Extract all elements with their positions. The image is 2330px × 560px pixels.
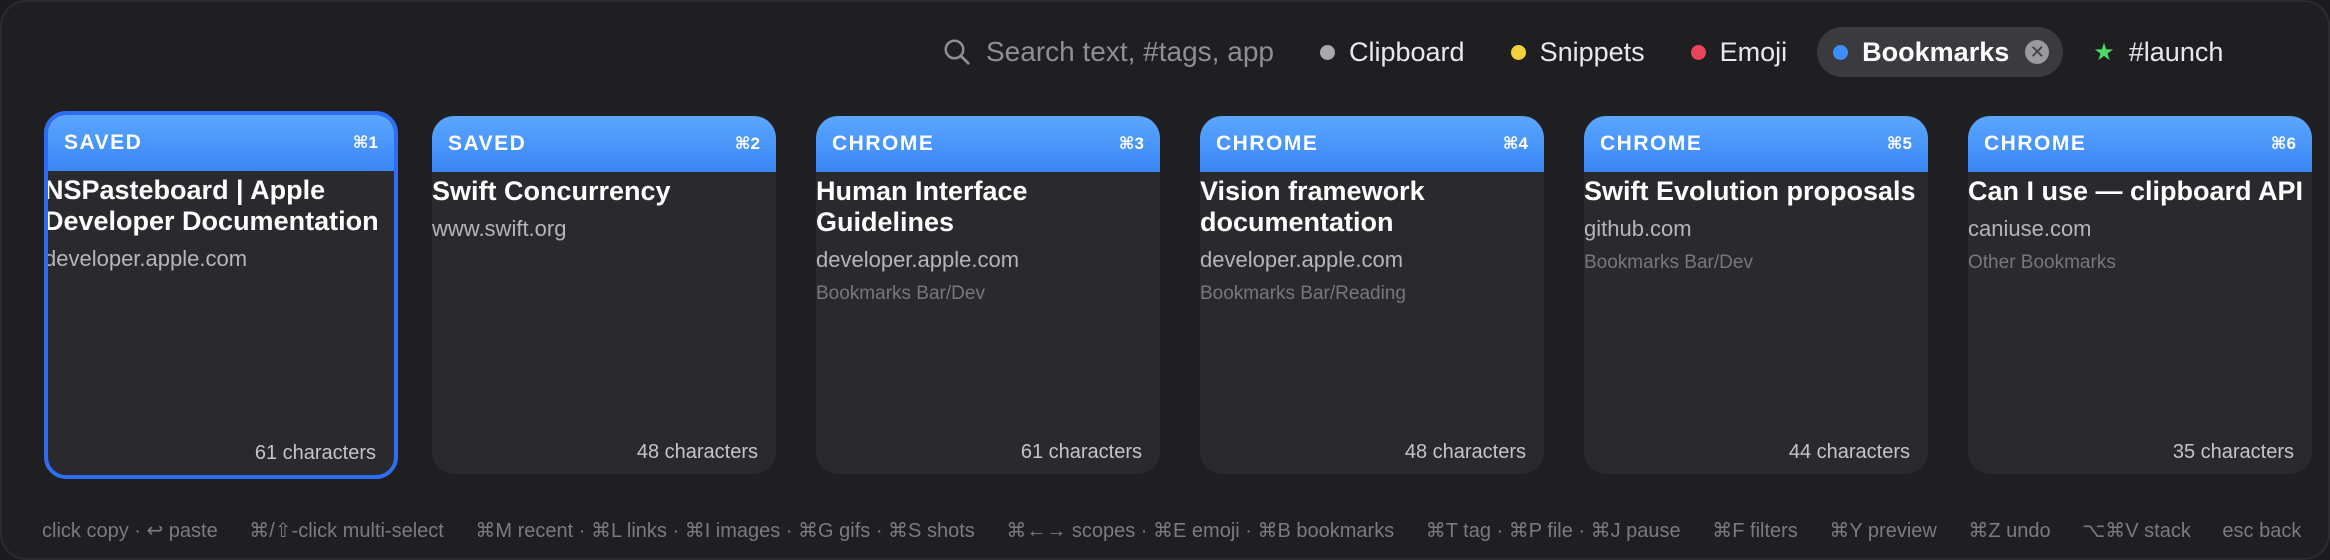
card-char-count: 48 characters bbox=[1404, 441, 1526, 463]
card-header: SAVED ⌘2 bbox=[432, 116, 776, 172]
card-shortcut: ⌘4 bbox=[1502, 134, 1528, 153]
card-folder: Bookmarks Bar/Dev bbox=[816, 283, 985, 304]
search-box[interactable] bbox=[942, 27, 1304, 77]
hint-back: esc back bbox=[2222, 520, 2302, 542]
star-icon: ★ bbox=[2093, 38, 2115, 66]
bookmarks-dot-icon bbox=[1833, 44, 1849, 60]
card-shortcut: ⌘6 bbox=[2270, 134, 2296, 153]
card-source: SAVED bbox=[448, 132, 527, 155]
card-char-count: 44 characters bbox=[1788, 441, 1910, 463]
top-bar: Clipboard Snippets Emoji Bookmarks ✕ ★ #… bbox=[942, 24, 2328, 80]
hint-undo: ⌘Z undo bbox=[1968, 520, 2051, 542]
filter-label: Clipboard bbox=[1349, 36, 1465, 67]
card-title: Swift Evolution proposals bbox=[1584, 176, 1916, 206]
clipboard-panel: Clipboard Snippets Emoji Bookmarks ✕ ★ #… bbox=[0, 0, 2330, 560]
card-url: github.com bbox=[1584, 216, 1692, 241]
clipboard-dot-icon bbox=[1320, 44, 1335, 60]
filter-clipboard[interactable]: Clipboard bbox=[1304, 27, 1481, 77]
card-char-count: 35 characters bbox=[2172, 441, 2294, 463]
hint-filters: ⌘F filters bbox=[1712, 520, 1798, 542]
bookmark-card[interactable]: CHROME ⌘5 Swift Evolution proposals gith… bbox=[1584, 116, 1928, 474]
bookmark-card[interactable]: SAVED ⌘1 NSPasteboard | Apple Developer … bbox=[44, 111, 398, 479]
filter-launch-tag[interactable]: ★ #launch bbox=[2077, 27, 2239, 77]
snippets-dot-icon bbox=[1510, 44, 1526, 60]
filter-label: Snippets bbox=[1539, 36, 1645, 67]
card-source: CHROME bbox=[1216, 132, 1319, 155]
card-char-count: 48 characters bbox=[636, 441, 758, 463]
card-url: www.swift.org bbox=[432, 216, 567, 241]
search-input[interactable] bbox=[984, 35, 1293, 69]
card-source: CHROME bbox=[832, 132, 935, 155]
card-title: Swift Concurrency bbox=[432, 176, 671, 206]
card-title: Human Interface Guidelines bbox=[816, 176, 1028, 237]
card-url: developer.apple.com bbox=[816, 247, 1020, 272]
hint-preview: ⌘Y preview bbox=[1829, 520, 1937, 542]
bookmark-card[interactable]: CHROME ⌘4 Vision framework documentation… bbox=[1200, 116, 1544, 474]
card-strip: SAVED ⌘1 NSPasteboard | Apple Developer … bbox=[44, 111, 2328, 484]
emoji-dot-icon bbox=[1690, 44, 1706, 60]
card-char-count: 61 characters bbox=[254, 442, 376, 464]
filter-snippets[interactable]: Snippets bbox=[1495, 27, 1661, 77]
card-char-count: 61 characters bbox=[1020, 441, 1142, 463]
card-source: SAVED bbox=[64, 131, 143, 154]
bookmark-card[interactable]: CHROME ⌘3 Human Interface Guidelines dev… bbox=[816, 116, 1160, 474]
card-shortcut: ⌘1 bbox=[352, 133, 378, 152]
hint-scopes: ⌘←→ scopes · ⌘E emoji · ⌘B bookmarks bbox=[1006, 520, 1395, 542]
card-source: CHROME bbox=[1600, 132, 1703, 155]
card-header: CHROME ⌘6 bbox=[1968, 116, 2312, 172]
card-shortcut: ⌘3 bbox=[1118, 134, 1144, 153]
card-url: developer.apple.com bbox=[1200, 247, 1404, 272]
card-title: Vision framework documentation bbox=[1200, 176, 1425, 237]
filter-emoji[interactable]: Emoji bbox=[1675, 27, 1804, 77]
bookmark-card[interactable]: CHROME ⌘6 Can I use — clipboard API cani… bbox=[1968, 116, 2312, 474]
card-folder: Bookmarks Bar/Dev bbox=[1584, 252, 1753, 273]
card-shortcut: ⌘2 bbox=[734, 134, 760, 153]
card-url: developer.apple.com bbox=[44, 246, 248, 271]
card-folder: Other Bookmarks bbox=[1968, 252, 2116, 273]
filter-label: Bookmarks bbox=[1862, 36, 2010, 67]
hint-copy-paste: click copy · ↩ paste bbox=[42, 520, 218, 542]
card-folder: Bookmarks Bar/Reading bbox=[1200, 283, 1406, 304]
filter-label: #launch bbox=[2128, 36, 2224, 67]
card-header: CHROME ⌘5 bbox=[1584, 116, 1928, 172]
card-title: NSPasteboard | Apple Developer Documenta… bbox=[44, 175, 379, 236]
hint-multi-select: ⌘/⇧-click multi-select bbox=[249, 520, 444, 542]
card-shortcut: ⌘5 bbox=[1886, 134, 1912, 153]
hint-types: ⌘M recent · ⌘L links · ⌘I images · ⌘G gi… bbox=[475, 520, 975, 542]
card-header: SAVED ⌘1 bbox=[48, 115, 394, 171]
hint-tag-file-pause: ⌘T tag · ⌘P file · ⌘J pause bbox=[1425, 520, 1681, 542]
card-header: CHROME ⌘3 bbox=[816, 116, 1160, 172]
filter-bookmarks[interactable]: Bookmarks ✕ bbox=[1817, 27, 2064, 77]
bookmark-card[interactable]: SAVED ⌘2 Swift Concurrency www.swift.org… bbox=[432, 116, 776, 474]
card-source: CHROME bbox=[1984, 132, 2087, 155]
hint-stack: ⌥⌘V stack bbox=[2082, 520, 2191, 542]
card-url: caniuse.com bbox=[1968, 216, 2092, 241]
card-header: CHROME ⌘4 bbox=[1200, 116, 1544, 172]
filter-label: Emoji bbox=[1719, 36, 1788, 67]
search-icon bbox=[944, 39, 970, 65]
shortcut-hints: click copy · ↩ paste ⌘/⇧-click multi-sel… bbox=[42, 518, 2327, 543]
card-title: Can I use — clipboard API bbox=[1968, 176, 2304, 206]
clear-filter-icon[interactable]: ✕ bbox=[2025, 40, 2050, 64]
